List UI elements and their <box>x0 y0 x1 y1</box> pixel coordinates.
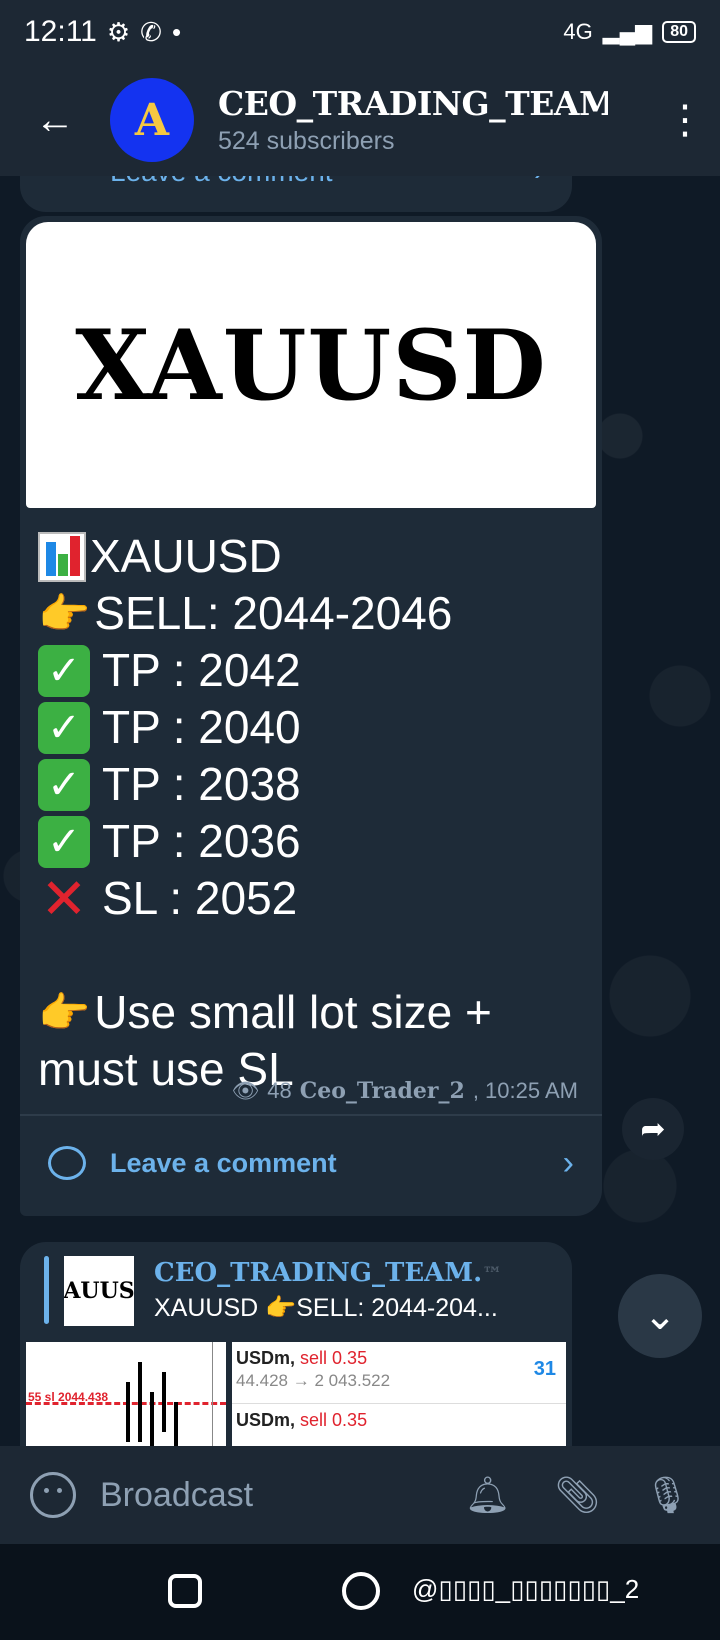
microphone-icon[interactable]: 🎙︎ <box>644 1474 690 1516</box>
signal-line: ✓ TP : 2040 <box>38 699 588 756</box>
subscriber-count: 524 subscribers <box>218 127 395 155</box>
note-text: Use small lot size + <box>94 986 492 1038</box>
signal-line-text: TP : 2040 <box>102 701 301 753</box>
bell-icon[interactable]: 🔔︎ <box>465 1474 511 1516</box>
channel-header: ← A CEO_TRADING_TEAM. 524 subscribers ⋮ <box>0 64 720 176</box>
post-image[interactable]: XAUUSD <box>26 222 596 508</box>
previous-comment-link[interactable]: Leave a comment <box>110 176 333 188</box>
post-time: , 10:25 AM <box>472 1078 578 1103</box>
reply-thumbnail: AUUS <box>64 1256 134 1326</box>
trades-screenshot[interactable]: USDm, sell 0.35 44.428 → 2 043.522 31 US… <box>232 1342 566 1446</box>
share-arrow-icon: ➦ <box>640 1112 666 1146</box>
gear-icon: ⚙ <box>106 16 131 47</box>
reply-channel: CEO_TRADING_TEAM. <box>154 1258 483 1288</box>
trade-row: USDm, sell 0.35 44.428 → 2 043.522 31 <box>232 1342 566 1404</box>
system-nav-bar: @▯▯▯▯_▯▯▯▯▯▯▯_2 <box>0 1544 720 1640</box>
signal-line-text: SELL: 2044-2046 <box>94 587 453 639</box>
chevron-down-icon: ⌄ <box>643 1294 677 1338</box>
signal-line-text: SL : 2052 <box>102 872 298 924</box>
trade-action: sell 0.35 <box>300 1410 368 1430</box>
signal-line: 👉 SELL: 2044-2046 <box>38 585 588 642</box>
trade-row: USDm, sell 0.35 <box>232 1404 566 1446</box>
check-mark-icon: ✓ <box>38 701 90 754</box>
next-post-bubble: AUUS CEO_TRADING_TEAM.™ XAUUSD 👉SELL: 20… <box>20 1242 572 1446</box>
arrow-left-icon: ← <box>35 97 75 142</box>
kebab-menu-icon: ⋮ <box>665 98 705 142</box>
leave-comment-label: Leave a comment <box>110 1147 337 1178</box>
reply-accent-bar <box>44 1256 49 1324</box>
trade-price: 44.428 → 2 043.522 <box>236 1371 391 1390</box>
pointing-hand-icon: 👉 <box>38 590 91 637</box>
post-author: Ceo_Trader_2 <box>299 1078 465 1104</box>
input-actions: 🔔︎ 📎︎ 🎙︎ <box>465 1474 690 1516</box>
whatsapp-icon: ✆ <box>140 16 162 47</box>
chevron-right-icon: › <box>534 176 544 188</box>
network-type: 4G <box>563 19 593 44</box>
leave-comment-button[interactable]: Leave a comment › <box>20 1116 602 1210</box>
view-count: 48 <box>267 1078 292 1103</box>
dot-icon: • <box>171 16 182 47</box>
status-time: 12:11 <box>24 15 97 48</box>
trade-action: sell 0.35 <box>300 1348 368 1368</box>
candle <box>150 1392 154 1446</box>
check-mark-icon: ✓ <box>38 815 90 868</box>
trade-profit: 31 <box>533 1358 556 1380</box>
eye-icon: 👁 <box>231 1078 260 1103</box>
share-button[interactable]: ➦ <box>622 1098 684 1160</box>
emoji-button[interactable] <box>30 1472 76 1518</box>
comment-bubble-icon <box>48 1146 86 1180</box>
home-button[interactable] <box>342 1572 380 1610</box>
candle <box>138 1362 142 1442</box>
chat-area[interactable]: Leave a comment › XAUUSD XAUUSD 👉 SELL: … <box>0 176 720 1446</box>
broadcast-bar: Broadcast 🔔︎ 📎︎ 🎙︎ <box>0 1446 720 1544</box>
candle <box>126 1382 130 1442</box>
post-meta: 👁 48 Ceo_Trader_2 , 10:25 AM <box>231 1078 578 1104</box>
signal-line: ✕ SL : 2052 <box>38 870 588 927</box>
trade-symbol: USDm, <box>236 1348 296 1368</box>
recent-apps-button[interactable] <box>168 1574 202 1608</box>
signal-line-text: XAUUSD <box>90 530 282 582</box>
check-mark-icon: ✓ <box>38 758 90 811</box>
battery-level: 80 <box>662 21 696 43</box>
more-menu-button[interactable]: ⋮ <box>650 97 720 143</box>
previous-post-bubble: Leave a comment › <box>20 176 572 212</box>
watermark-text: @▯▯▯▯_▯▯▯▯▯▯▯_2 <box>412 1574 640 1604</box>
post-text: XAUUSD 👉 SELL: 2044-2046 ✓ TP : 2042 ✓ T… <box>38 528 588 1098</box>
signal-line-text: TP : 2036 <box>102 815 301 867</box>
scroll-down-button[interactable]: ⌄ <box>618 1274 702 1358</box>
chevron-right-icon: › <box>562 1143 574 1182</box>
channel-title: CEO_TRADING_TEAM. <box>218 84 608 123</box>
status-right: 4G ▂▄▆ 80 <box>563 19 696 45</box>
signal-line-text: TP : 2038 <box>102 758 301 810</box>
price-axis <box>212 1342 226 1446</box>
signal-icon: ▂▄▆ <box>602 19 653 44</box>
back-button[interactable]: ← <box>0 64 110 176</box>
candle <box>162 1372 166 1432</box>
signal-line: ✓ TP : 2038 <box>38 756 588 813</box>
channel-info[interactable]: CEO_TRADING_TEAM. 524 subscribers <box>218 84 608 156</box>
signal-line: XAUUSD <box>38 528 588 585</box>
check-mark-icon: ✓ <box>38 644 90 697</box>
broadcast-input[interactable]: Broadcast <box>100 1476 253 1515</box>
signal-line-text: TP : 2042 <box>102 644 301 696</box>
signal-line: ✓ TP : 2036 <box>38 813 588 870</box>
reply-title[interactable]: CEO_TRADING_TEAM.™ <box>154 1258 502 1288</box>
attach-icon[interactable]: 📎︎ <box>555 1474 601 1516</box>
signal-line: ✓ TP : 2042 <box>38 642 588 699</box>
post-bubble: XAUUSD XAUUSD 👉 SELL: 2044-2046 ✓ TP : 2… <box>20 216 602 1216</box>
chart-screenshot[interactable]: 55 sl 2044.438 <box>26 1342 226 1446</box>
bar-chart-icon <box>38 531 86 582</box>
banner-text: XAUUSD <box>75 308 547 422</box>
channel-avatar[interactable]: A <box>110 78 194 162</box>
cross-mark-icon: ✕ <box>40 867 88 930</box>
candle <box>174 1402 178 1446</box>
note-line: 👉 Use small lot size + <box>38 984 588 1041</box>
pointing-hand-icon: 👉 <box>38 989 91 1036</box>
reply-preview: XAUUSD 👉SELL: 2044-204... <box>154 1294 498 1322</box>
trade-symbol: USDm, <box>236 1410 296 1430</box>
status-bar: 12:11 ⚙ ✆ • 4G ▂▄▆ 80 <box>0 0 720 64</box>
trademark-symbol: ™ <box>482 1262 503 1286</box>
